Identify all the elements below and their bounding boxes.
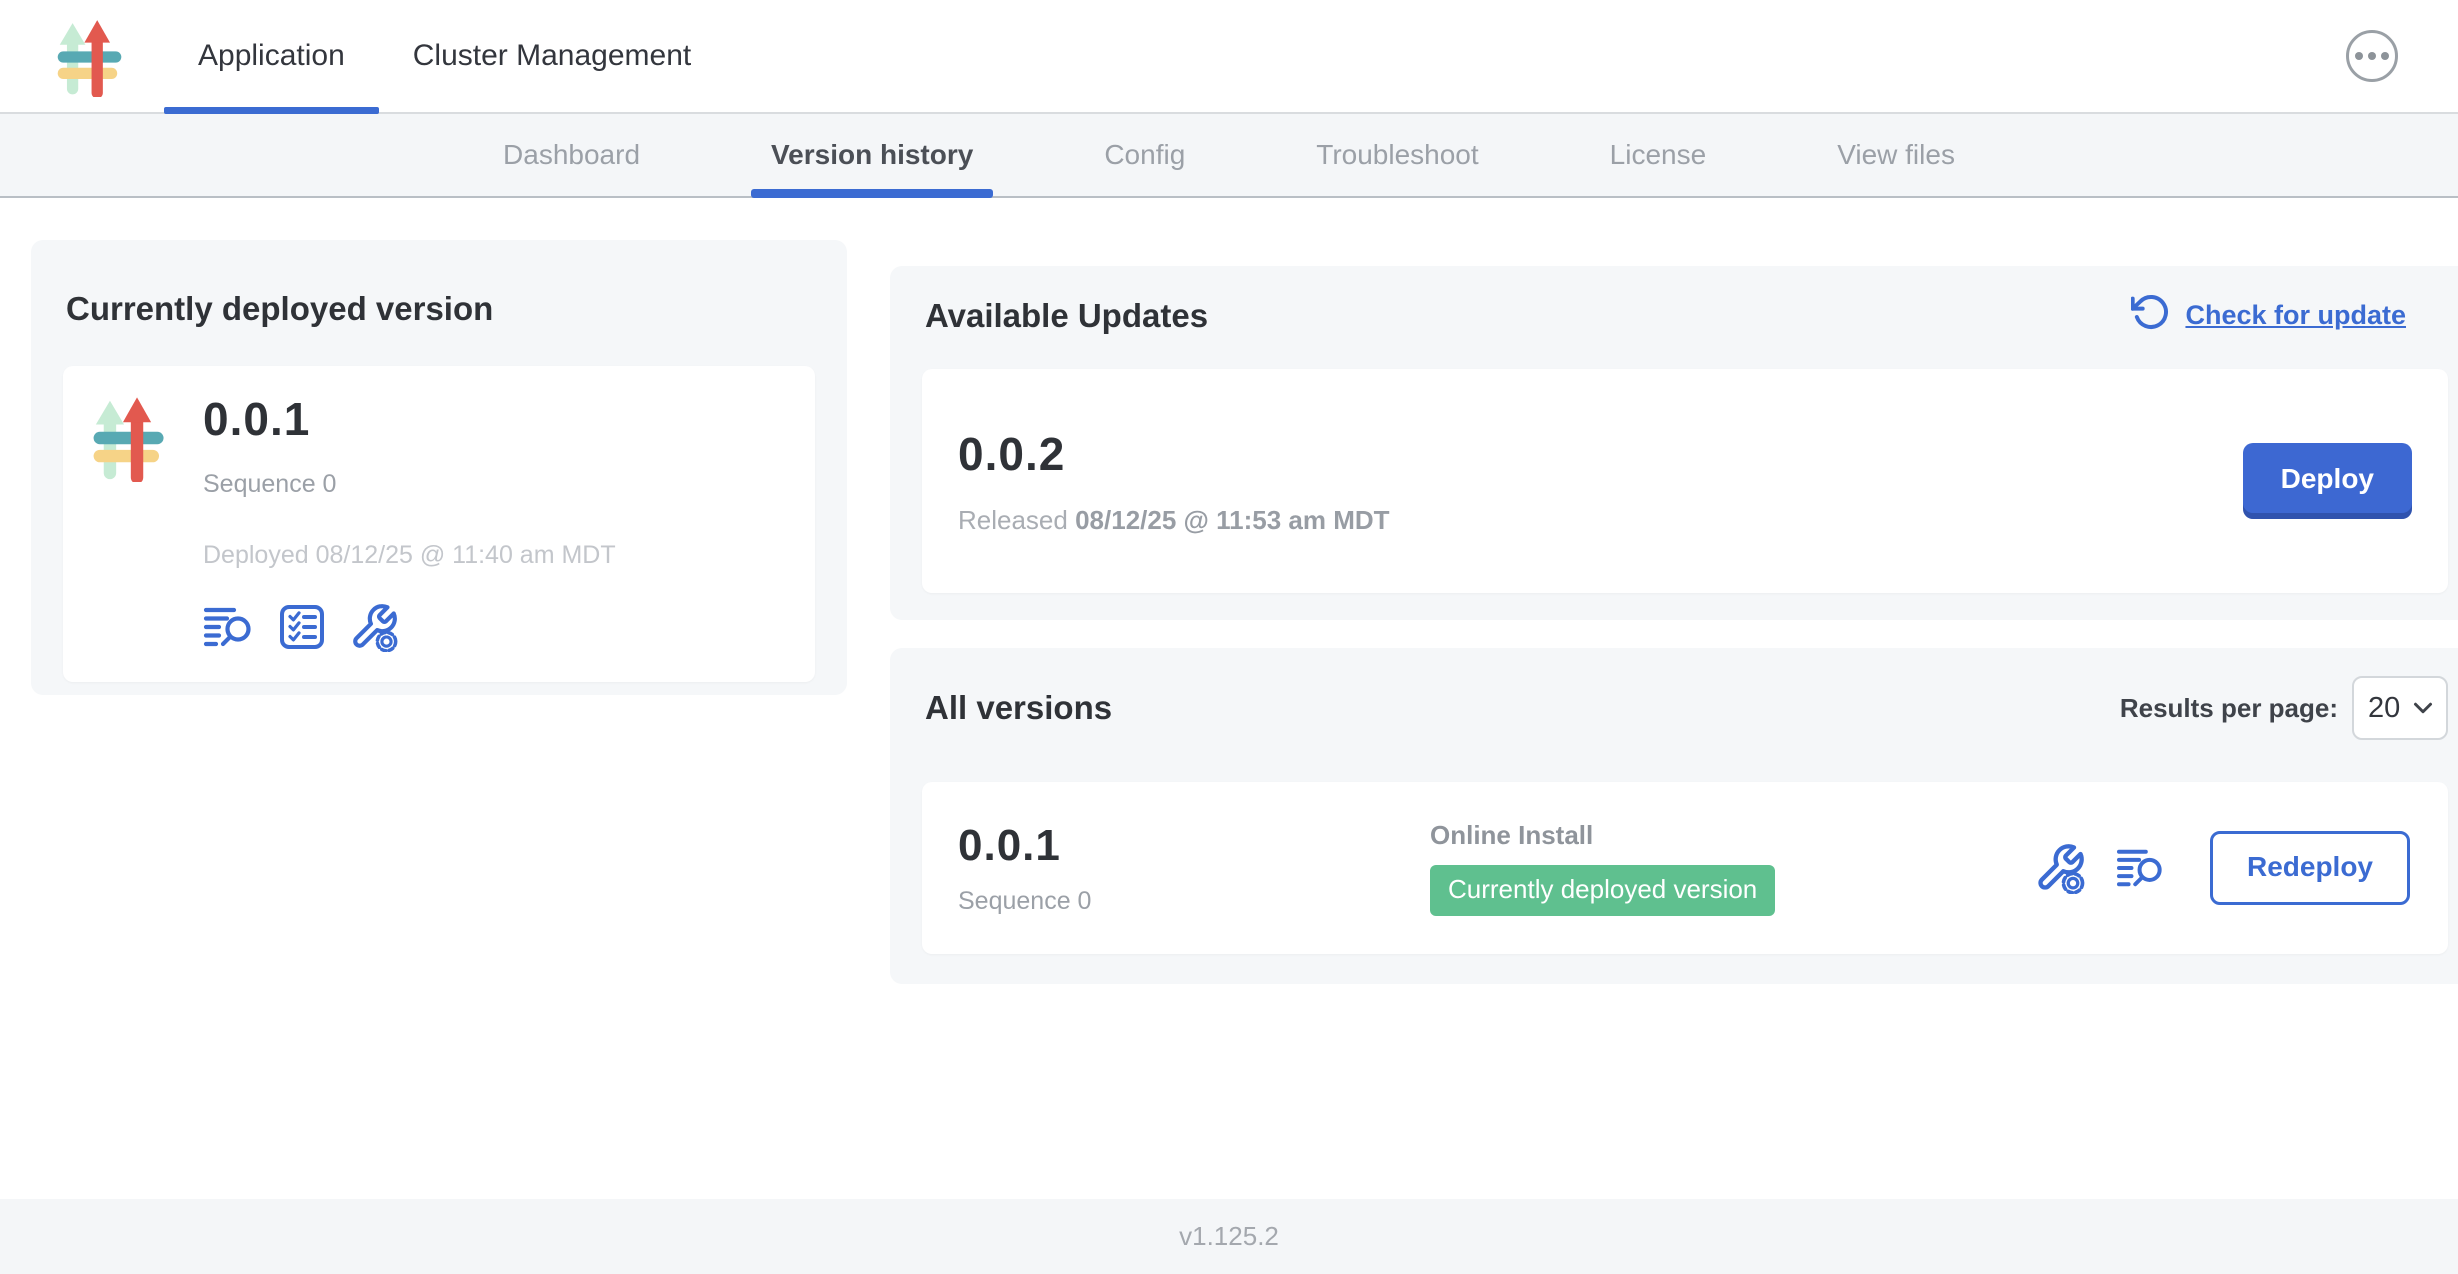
edit-config-icon[interactable] — [349, 602, 399, 652]
row-actions: Redeploy — [2034, 831, 2410, 905]
update-released-line: Released 08/12/25 @ 11:53 am MDT — [958, 505, 1390, 536]
app-footer: v1.125.2 — [0, 1199, 2458, 1274]
deployed-version-details: 0.0.1 Sequence 0 Deployed 08/12/25 @ 11:… — [203, 392, 616, 652]
row-version-block: 0.0.1 Sequence 0 — [958, 821, 1430, 916]
subnav-item-view-files[interactable]: View files — [1837, 114, 1955, 196]
app-subnav: Dashboard Version history Config Trouble… — [0, 114, 2458, 198]
deployed-version-card: 0.0.1 Sequence 0 Deployed 08/12/25 @ 11:… — [63, 366, 815, 682]
tab-application[interactable]: Application — [164, 0, 379, 112]
deployed-timestamp: Deployed 08/12/25 @ 11:40 am MDT — [203, 541, 616, 570]
check-for-update-link[interactable]: Check for update — [2131, 292, 2406, 339]
app-icon — [91, 394, 165, 480]
results-per-page-value: 20 — [2368, 692, 2400, 725]
update-version-number: 0.0.2 — [958, 427, 1390, 481]
version-row: 0.0.1 Sequence 0 Online Install Currentl… — [922, 782, 2448, 954]
deployed-version-number: 0.0.1 — [203, 392, 616, 446]
results-per-page-group: Results per page: 20 — [2120, 676, 2448, 740]
currently-deployed-panel: Currently deployed version 0.0.1 Sequenc… — [31, 240, 847, 695]
console-version-label: v1.125.2 — [1179, 1221, 1279, 1252]
row-sequence: Sequence 0 — [958, 887, 1430, 916]
row-status-block: Online Install Currently deployed versio… — [1430, 820, 2034, 916]
deploy-button[interactable]: Deploy — [2243, 443, 2412, 519]
main-content: Currently deployed version 0.0.1 Sequenc… — [0, 198, 2458, 1199]
subnav-item-license[interactable]: License — [1610, 114, 1707, 196]
check-for-update-label: Check for update — [2185, 300, 2406, 331]
currently-deployed-title: Currently deployed version — [66, 290, 815, 328]
view-logs-icon[interactable] — [203, 604, 255, 650]
deployed-action-icons — [203, 602, 616, 652]
all-versions-title: All versions — [925, 689, 1112, 727]
tab-cluster-management[interactable]: Cluster Management — [379, 0, 725, 112]
chevron-down-icon — [2408, 693, 2438, 723]
tab-application-label: Application — [198, 39, 345, 73]
available-updates-panel: Available Updates Check for update 0.0.2… — [890, 266, 2458, 620]
row-version-number: 0.0.1 — [958, 821, 1430, 871]
redeploy-button[interactable]: Redeploy — [2210, 831, 2410, 905]
subnav-item-config[interactable]: Config — [1104, 114, 1185, 196]
results-per-page-label: Results per page: — [2120, 693, 2338, 724]
refresh-icon — [2131, 292, 2171, 339]
row-install-type: Online Install — [1430, 820, 2034, 851]
all-versions-panel: All versions Results per page: 20 0.0.1 … — [890, 648, 2458, 984]
deployed-sequence: Sequence 0 — [203, 470, 616, 499]
results-per-page-select[interactable]: 20 — [2352, 676, 2448, 740]
released-label: Released — [958, 505, 1068, 535]
ellipsis-menu-icon[interactable] — [2346, 30, 2398, 82]
released-date: 08/12/25 @ 11:53 am MDT — [1075, 505, 1389, 535]
update-details: 0.0.2 Released 08/12/25 @ 11:53 am MDT — [958, 427, 1390, 536]
currently-deployed-badge: Currently deployed version — [1430, 865, 1775, 916]
edit-config-icon[interactable] — [2034, 842, 2086, 894]
tab-cluster-management-label: Cluster Management — [413, 39, 691, 73]
update-card: 0.0.2 Released 08/12/25 @ 11:53 am MDT D… — [922, 369, 2448, 593]
subnav-item-dashboard[interactable]: Dashboard — [503, 114, 640, 196]
top-tab-bar: Application Cluster Management — [164, 0, 725, 112]
subnav-item-version-history[interactable]: Version history — [771, 114, 973, 196]
view-logs-icon[interactable] — [2116, 846, 2166, 890]
available-updates-title: Available Updates — [925, 297, 1208, 335]
preflight-checks-icon[interactable] — [279, 604, 325, 650]
app-logo-icon — [56, 17, 122, 97]
right-column: Available Updates Check for update 0.0.2… — [890, 198, 2458, 984]
top-header: Application Cluster Management — [0, 0, 2458, 114]
subnav-item-troubleshoot[interactable]: Troubleshoot — [1316, 114, 1478, 196]
